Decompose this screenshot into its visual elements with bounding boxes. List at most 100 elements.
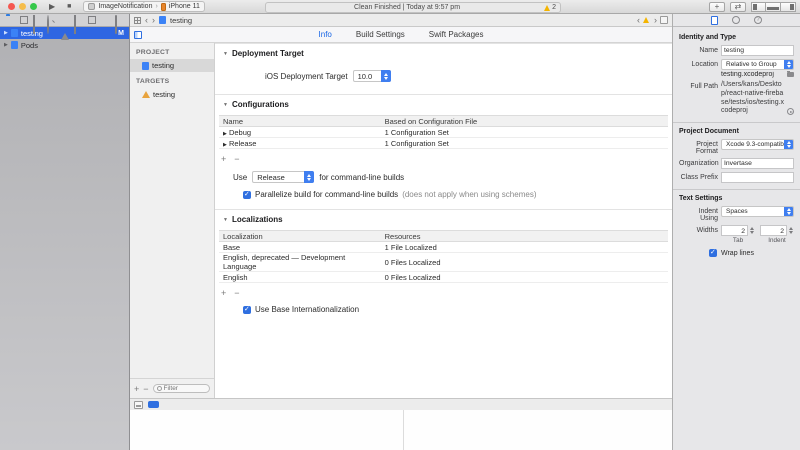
tab-width-stepper[interactable]: 2 — [721, 225, 755, 236]
identity-and-type-title: Identity and Type — [679, 34, 794, 41]
report-navigator-icon[interactable] — [115, 15, 117, 34]
filter-field[interactable] — [153, 384, 210, 393]
indent-width-stepper[interactable]: 2 — [760, 225, 794, 236]
location-popup[interactable]: Relative to Group — [721, 59, 794, 70]
disclosure-icon[interactable]: ▶ — [4, 42, 8, 48]
popup-arrows-icon — [784, 139, 794, 150]
project-format-label: Project Format — [679, 139, 721, 155]
zoom-window-button[interactable] — [30, 3, 37, 10]
column-header-resources[interactable]: Resources — [381, 231, 668, 242]
next-issue-button[interactable]: › — [654, 15, 657, 25]
tab-build-settings[interactable]: Build Settings — [356, 30, 405, 39]
disclosure-icon[interactable]: ▼ — [223, 102, 228, 108]
adjust-editor-button[interactable] — [660, 16, 668, 24]
forward-button[interactable]: › — [152, 15, 155, 25]
disclosure-icon[interactable]: ▶ — [4, 30, 8, 36]
add-target-button[interactable]: + — [134, 384, 139, 394]
remove-target-button[interactable]: − — [143, 384, 148, 394]
localization-value: 1 File Localized — [381, 242, 668, 253]
add-configuration-button[interactable]: + — [221, 154, 226, 164]
disclosure-icon[interactable]: ▶ — [223, 142, 227, 148]
command-line-config-popup[interactable]: Release — [252, 171, 314, 183]
indent-using-popup[interactable]: Spaces — [721, 206, 794, 217]
disclosure-icon[interactable]: ▶ — [223, 131, 227, 137]
activity-viewer[interactable]: Clean Finished | Today at 9:57 pm 2 — [265, 2, 561, 13]
name-field[interactable] — [721, 45, 794, 56]
choose-location-folder-icon[interactable] — [787, 72, 794, 77]
remove-localization-button[interactable]: − — [234, 288, 239, 298]
app-target-icon — [142, 91, 150, 98]
configurations-table: Name Based on Configuration File ▶ Debug… — [219, 115, 668, 149]
base-internationalization-label: Use Base Internationalization — [255, 305, 359, 314]
column-header-localization[interactable]: Localization — [219, 231, 381, 242]
related-items-icon[interactable] — [134, 17, 141, 24]
column-header-name[interactable]: Name — [219, 116, 381, 127]
table-row[interactable]: ▶ Debug 1 Configuration Set — [219, 127, 668, 138]
hide-debug-area-button[interactable] — [134, 401, 143, 409]
run-button[interactable]: ▶ — [49, 0, 55, 13]
class-prefix-field[interactable] — [721, 172, 794, 183]
wrap-lines-checkbox[interactable] — [709, 249, 717, 257]
project-format-popup[interactable]: Xcode 9.3-compatible — [721, 139, 794, 150]
inspector-toggle-button[interactable] — [781, 2, 796, 12]
target-item-testing[interactable]: testing — [130, 88, 214, 101]
column-header-based-on[interactable]: Based on Configuration File — [381, 116, 668, 127]
back-button[interactable]: ‹ — [145, 15, 148, 25]
debug-navigator-icon[interactable] — [88, 16, 96, 24]
issue-warning-icon[interactable] — [643, 17, 649, 23]
filter-input[interactable] — [164, 385, 206, 392]
debug-area-toggle-button[interactable] — [766, 2, 781, 12]
navigator-toggle-button[interactable] — [751, 2, 766, 12]
scheme-device-name: iPhone 11 — [169, 3, 200, 10]
debug-layout-button[interactable] — [148, 401, 159, 408]
navigator-item-pods[interactable]: ▶ Pods — [0, 39, 129, 51]
close-window-button[interactable] — [8, 3, 15, 10]
table-row[interactable]: ▶ Release 1 Configuration Set — [219, 138, 668, 149]
console-view[interactable] — [404, 410, 672, 450]
add-localization-button[interactable]: + — [221, 288, 226, 298]
project-file-icon — [11, 41, 18, 49]
section-deployment-target[interactable]: ▼ Deployment Target — [215, 43, 672, 58]
history-inspector-tab-icon[interactable] — [732, 16, 740, 24]
target-item-label: testing — [153, 90, 175, 99]
issue-navigator-icon[interactable] — [61, 16, 69, 40]
disclosure-icon[interactable]: ▼ — [223, 51, 228, 57]
section-configurations[interactable]: ▼ Configurations — [215, 94, 672, 109]
base-internationalization-checkbox[interactable] — [243, 306, 251, 314]
table-row[interactable]: English, deprecated — Development Langua… — [219, 253, 668, 272]
quick-help-inspector-tab-icon[interactable]: ? — [754, 16, 762, 24]
section-localizations[interactable]: ▼ Localizations — [215, 209, 672, 224]
remove-configuration-button[interactable]: − — [234, 154, 239, 164]
previous-issue-button[interactable]: ‹ — [637, 15, 640, 25]
jump-bar: ‹ › testing ‹ › — [130, 14, 672, 27]
file-inspector-tab-icon[interactable] — [711, 16, 718, 25]
jump-bar-file-name[interactable]: testing — [170, 16, 192, 25]
variables-view[interactable] — [130, 410, 404, 450]
navigator-item-label: Pods — [21, 41, 38, 50]
editor-options-button[interactable]: ⇄ — [730, 2, 746, 12]
bookmark-navigator-icon[interactable] — [33, 15, 35, 34]
scheme-target-icon — [88, 3, 95, 10]
stop-button[interactable]: ■ — [67, 0, 71, 13]
find-navigator-icon[interactable] — [47, 15, 49, 34]
test-navigator-icon[interactable] — [74, 15, 76, 34]
table-row[interactable]: English 0 Files Localized — [219, 272, 668, 283]
disclosure-icon[interactable]: ▼ — [223, 217, 228, 223]
debug-area — [130, 410, 672, 450]
stepper-arrows-icon[interactable] — [748, 225, 755, 236]
config-value: 1 Configuration Set — [381, 127, 668, 138]
reveal-in-finder-icon[interactable] — [787, 108, 794, 115]
source-control-navigator-icon[interactable] — [20, 16, 28, 24]
table-row[interactable]: Base 1 File Localized — [219, 242, 668, 253]
library-add-button[interactable]: + — [709, 2, 725, 12]
tab-info[interactable]: Info — [319, 30, 332, 39]
parallelize-checkbox[interactable] — [243, 191, 251, 199]
tab-swift-packages[interactable]: Swift Packages — [429, 30, 484, 39]
warning-icon — [544, 5, 550, 11]
organization-field[interactable] — [721, 158, 794, 169]
stepper-arrows-icon[interactable] — [787, 225, 794, 236]
scheme-selector[interactable]: ImageNotification › iPhone 11 — [83, 1, 204, 12]
ios-deployment-target-popup[interactable]: 10.0 — [353, 70, 391, 82]
project-item-testing[interactable]: testing — [130, 59, 214, 72]
minimize-window-button[interactable] — [19, 3, 26, 10]
